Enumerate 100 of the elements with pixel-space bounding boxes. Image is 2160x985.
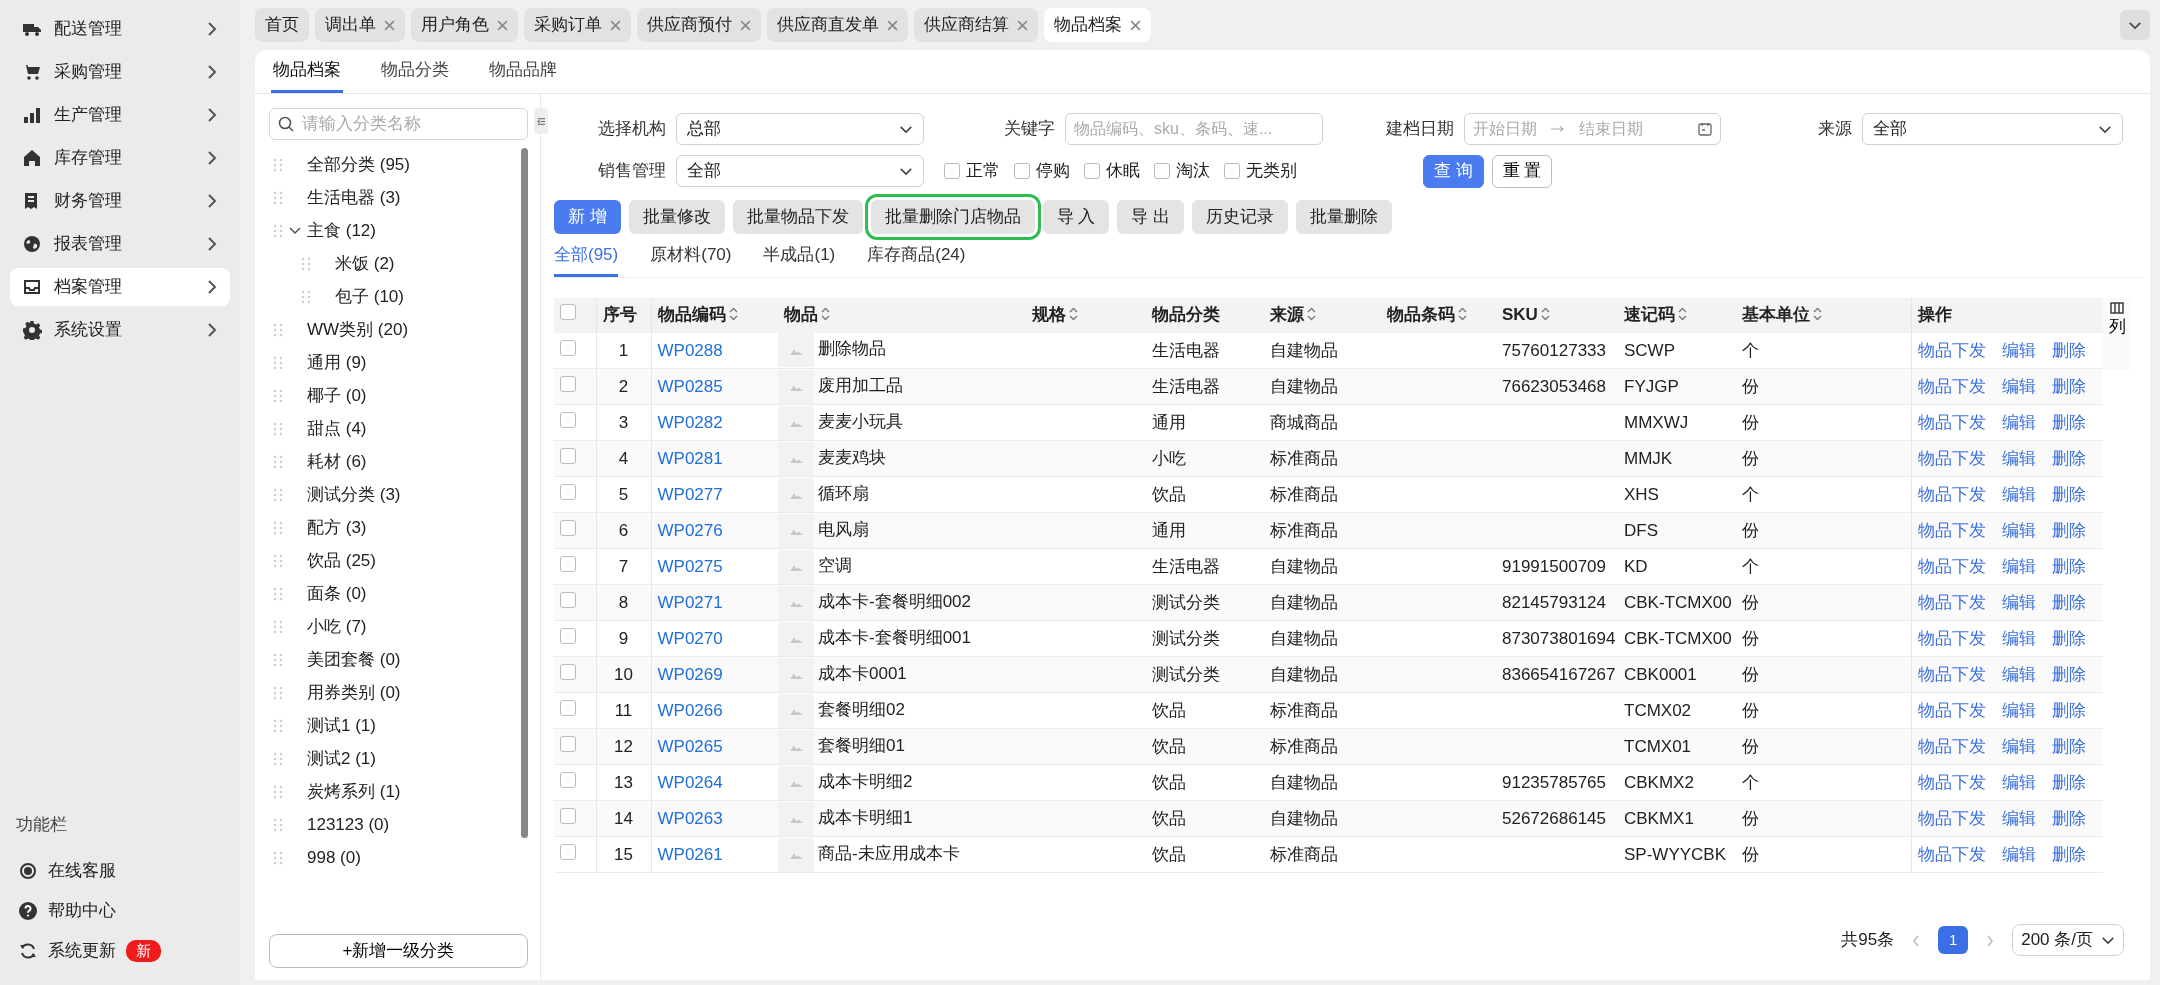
- sidebar-link[interactable]: 在线客服: [10, 851, 230, 891]
- action-link[interactable]: 编辑: [2001, 412, 2036, 432]
- column-settings-button[interactable]: 列: [2103, 297, 2131, 370]
- item-code-link[interactable]: WP0270: [657, 628, 723, 648]
- filter-tab[interactable]: 库存商品(24): [867, 240, 966, 277]
- sidebar-link[interactable]: 帮助中心: [10, 891, 230, 931]
- action-link[interactable]: 编辑: [2001, 484, 2036, 504]
- tree-item[interactable]: 测试1 (1): [307, 712, 376, 739]
- tree-item[interactable]: 通用 (9): [307, 349, 367, 376]
- action-link[interactable]: 物品下发: [1917, 412, 1986, 432]
- action-link[interactable]: 物品下发: [1917, 700, 1986, 720]
- page-button[interactable]: 1: [1938, 926, 1969, 954]
- toolbar-button[interactable]: 导 入: [1042, 200, 1110, 234]
- page-tab[interactable]: 物品档案: [1044, 8, 1151, 42]
- tree-item[interactable]: 椰子 (0): [307, 382, 367, 409]
- sidebar-item[interactable]: 生产管理: [10, 96, 230, 134]
- page-tab[interactable]: 首页: [255, 8, 309, 42]
- action-link[interactable]: 物品下发: [1917, 808, 1986, 828]
- action-link[interactable]: 物品下发: [1917, 376, 1986, 396]
- search-field[interactable]: 请输入分类名称: [269, 108, 528, 140]
- checkbox[interactable]: [944, 163, 960, 179]
- tree-item[interactable]: 面条 (0): [307, 580, 367, 607]
- action-link[interactable]: 删除: [2051, 592, 2086, 612]
- checkbox[interactable]: [1224, 163, 1240, 179]
- action-link[interactable]: 编辑: [2001, 736, 2036, 756]
- add-category-button[interactable]: +新增一级分类: [269, 934, 528, 968]
- select-field[interactable]: 全部: [1862, 113, 2123, 145]
- toolbar-button[interactable]: 批量修改: [628, 200, 725, 234]
- tree-item[interactable]: 主食 (12): [307, 217, 376, 244]
- action-link[interactable]: 物品下发: [1917, 772, 1986, 792]
- action-link[interactable]: 物品下发: [1917, 592, 1986, 612]
- filter-tab[interactable]: 半成品(1): [763, 240, 836, 277]
- action-link[interactable]: 物品下发: [1917, 556, 1986, 576]
- action-link[interactable]: 编辑: [2001, 664, 2036, 684]
- row-checkbox[interactable]: [560, 339, 576, 356]
- checkbox[interactable]: [1084, 163, 1100, 179]
- row-checkbox[interactable]: [560, 627, 576, 644]
- scrollbar[interactable]: [521, 148, 528, 838]
- tree-item[interactable]: 配方 (3): [307, 514, 367, 541]
- sidebar-item[interactable]: 库存管理: [10, 139, 230, 177]
- page-tab[interactable]: 用户角色: [411, 8, 518, 42]
- collapse-button[interactable]: [534, 108, 548, 134]
- action-link[interactable]: 编辑: [2001, 448, 2036, 468]
- tree-item[interactable]: 包子 (10): [335, 283, 404, 310]
- page-tab[interactable]: 供应商结算: [914, 8, 1038, 42]
- toolbar-button[interactable]: 批量删除: [1296, 200, 1393, 234]
- action-link[interactable]: 删除: [2051, 808, 2086, 828]
- page-tab[interactable]: 供应商直发单: [767, 8, 908, 42]
- checkbox[interactable]: [1154, 163, 1170, 179]
- sub-tab[interactable]: 物品品牌: [487, 50, 559, 93]
- row-checkbox[interactable]: [560, 447, 576, 464]
- action-link[interactable]: 编辑: [2001, 808, 2036, 828]
- action-link[interactable]: 编辑: [2001, 340, 2036, 360]
- action-link[interactable]: 删除: [2051, 448, 2086, 468]
- action-link[interactable]: 物品下发: [1917, 484, 1986, 504]
- action-link[interactable]: 编辑: [2001, 700, 2036, 720]
- tree-item[interactable]: 美团套餐 (0): [307, 646, 401, 673]
- sub-tab[interactable]: 物品分类: [379, 50, 451, 93]
- action-link[interactable]: 物品下发: [1917, 448, 1986, 468]
- tree-item[interactable]: 甜点 (4): [307, 415, 367, 442]
- action-link[interactable]: 物品下发: [1917, 736, 1986, 756]
- action-link[interactable]: 删除: [2051, 700, 2086, 720]
- tree-item[interactable]: 全部分类 (95): [307, 151, 410, 178]
- row-checkbox[interactable]: [560, 375, 576, 392]
- sidebar-item[interactable]: 档案管理: [10, 268, 230, 306]
- select-all-checkbox[interactable]: [560, 304, 576, 321]
- item-code-link[interactable]: WP0264: [657, 772, 723, 792]
- action-link[interactable]: 删除: [2051, 484, 2086, 504]
- action-link[interactable]: 编辑: [2001, 556, 2036, 576]
- tree-item[interactable]: 小吃 (7): [307, 613, 367, 640]
- action-link[interactable]: 编辑: [2001, 772, 2036, 792]
- row-checkbox[interactable]: [560, 663, 576, 680]
- action-link[interactable]: 删除: [2051, 664, 2086, 684]
- row-checkbox[interactable]: [560, 771, 576, 788]
- action-link[interactable]: 物品下发: [1917, 844, 1986, 864]
- tree-item[interactable]: 米饭 (2): [335, 250, 395, 277]
- tree-item[interactable]: WW类别 (20): [307, 316, 409, 343]
- action-link[interactable]: 物品下发: [1917, 628, 1986, 648]
- row-checkbox[interactable]: [560, 555, 576, 572]
- action-link[interactable]: 删除: [2051, 412, 2086, 432]
- row-checkbox[interactable]: [560, 699, 576, 716]
- action-link[interactable]: 物品下发: [1917, 664, 1986, 684]
- item-code-link[interactable]: WP0275: [657, 556, 723, 576]
- tree-item[interactable]: 耗材 (6): [307, 448, 367, 475]
- action-link[interactable]: 删除: [2051, 736, 2086, 756]
- action-link[interactable]: 编辑: [2001, 628, 2036, 648]
- sub-tab[interactable]: 物品档案: [271, 50, 343, 93]
- tree-item[interactable]: 饮品 (25): [307, 547, 376, 574]
- row-checkbox[interactable]: [560, 519, 576, 536]
- page-tab[interactable]: 供应商预付: [637, 8, 761, 42]
- sidebar-item[interactable]: 财务管理: [10, 182, 230, 220]
- reset-button[interactable]: 重 置: [1491, 154, 1553, 188]
- sidebar-item[interactable]: 配送管理: [10, 10, 230, 48]
- tree-item[interactable]: 生活电器 (3): [307, 184, 401, 211]
- tree-item[interactable]: 测试分类 (3): [307, 481, 401, 508]
- item-code-link[interactable]: WP0277: [657, 484, 723, 504]
- row-checkbox[interactable]: [560, 591, 576, 608]
- filter-tab[interactable]: 全部(95): [554, 240, 619, 277]
- row-checkbox[interactable]: [560, 483, 576, 500]
- row-checkbox[interactable]: [560, 735, 576, 752]
